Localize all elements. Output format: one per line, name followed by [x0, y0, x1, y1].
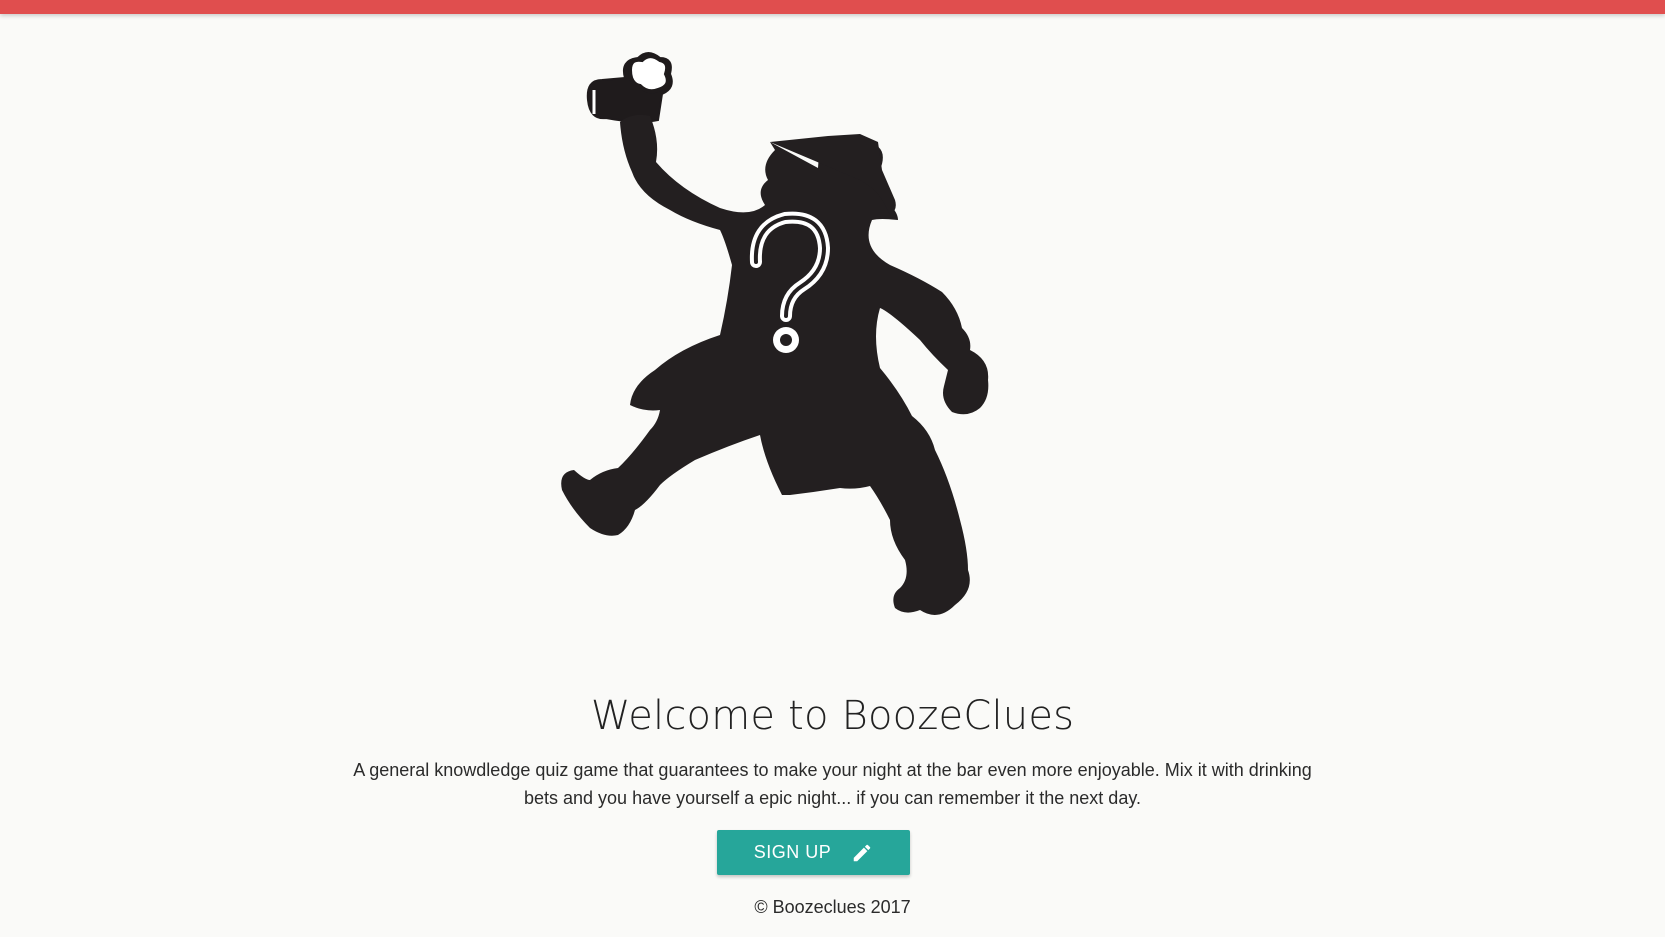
silhouette-figure	[561, 114, 989, 615]
pencil-icon	[854, 844, 871, 861]
page-title: Welcome to BoozeClues	[590, 693, 1075, 739]
top-bar	[0, 0, 1665, 14]
intro-description: A general knowdledge quiz game that guar…	[353, 760, 1312, 808]
beer-mug-icon	[586, 52, 673, 123]
copyright-footer: © Boozeclues 2017	[754, 897, 911, 917]
boozeclues-logo-icon	[561, 52, 989, 615]
sign-up-label: SIGN UP	[753, 842, 832, 862]
sign-up-button[interactable]: SIGN UP	[717, 830, 910, 875]
